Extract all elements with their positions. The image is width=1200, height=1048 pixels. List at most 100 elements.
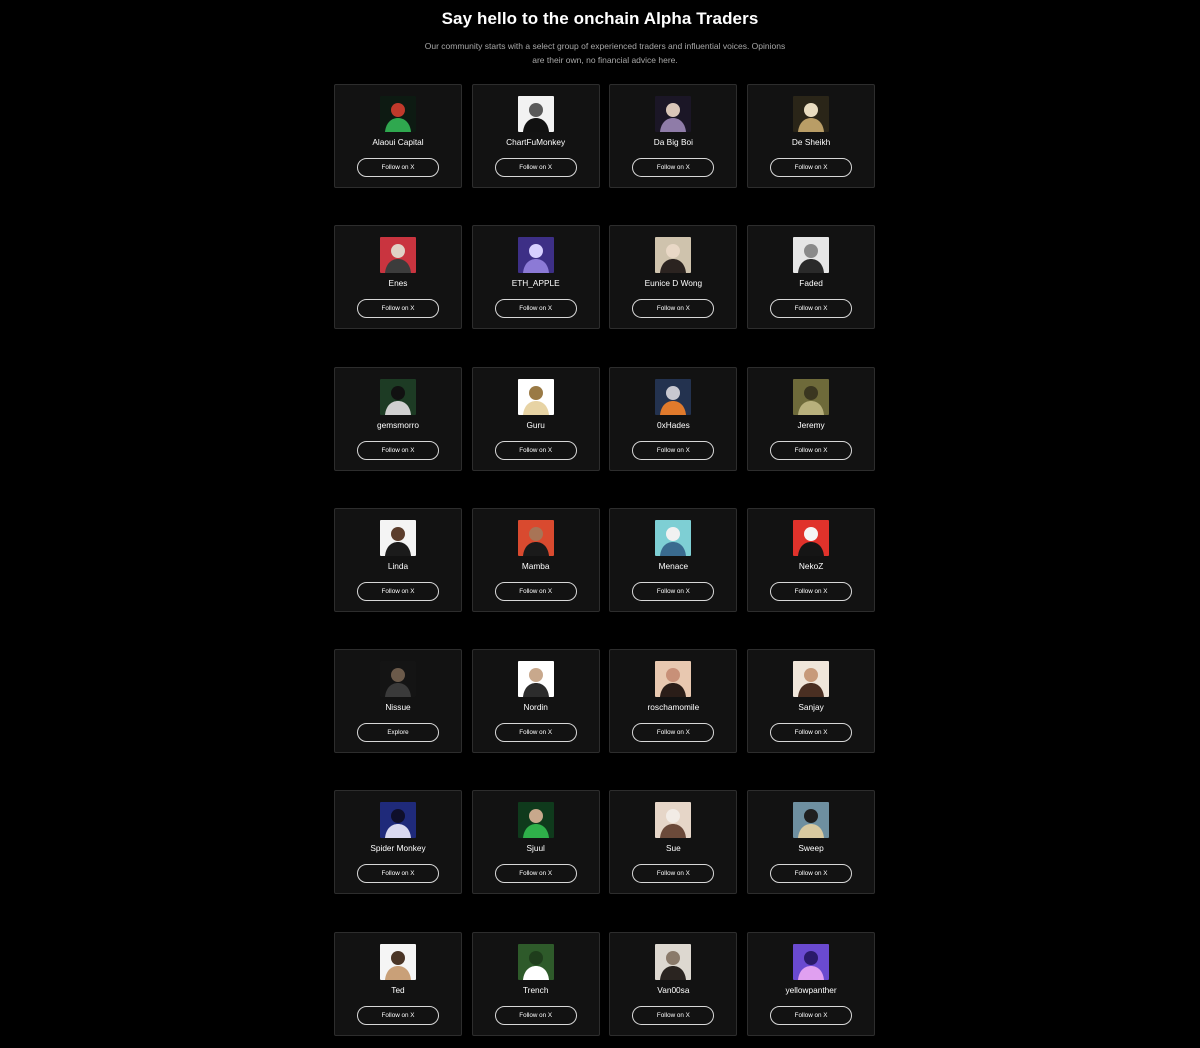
follow-on-x-button[interactable]: Follow on X	[494, 1005, 577, 1025]
trader-name: Trench	[522, 984, 549, 995]
trader-name: 0xHades	[657, 419, 690, 430]
trader-card: gemsmorro Follow on X	[334, 366, 462, 471]
follow-on-x-button[interactable]: Follow on X	[494, 440, 577, 460]
trader-card: ChartFuMonkey Follow on X	[471, 84, 600, 188]
faded-avatar	[793, 237, 830, 274]
trader-avatar[interactable]	[517, 519, 554, 556]
trader-avatar[interactable]	[655, 943, 692, 980]
follow-on-x-button[interactable]: Follow on X	[632, 299, 715, 319]
trader-avatar[interactable]	[517, 378, 554, 415]
alaoui-capital-avatar	[380, 96, 416, 132]
trader-avatar[interactable]	[380, 943, 416, 980]
trader-name: Sweep	[798, 843, 824, 854]
linda-avatar	[380, 519, 416, 556]
follow-on-x-button[interactable]: Follow on X	[632, 440, 715, 460]
trader-name: Ted	[391, 984, 405, 995]
enes-avatar	[380, 237, 416, 274]
trader-name: Jeremy	[797, 419, 825, 430]
eth-apple-avatar	[517, 237, 554, 274]
sweep-avatar	[793, 802, 830, 839]
trader-avatar[interactable]	[380, 378, 416, 415]
trader-avatar[interactable]	[517, 96, 554, 132]
follow-on-x-button[interactable]: Follow on X	[632, 723, 715, 743]
follow-on-x-button[interactable]: Follow on X	[770, 864, 853, 884]
trader-card: Jeremy Follow on X	[747, 366, 876, 471]
jeremy-avatar	[793, 378, 830, 415]
trader-avatar[interactable]	[655, 378, 692, 415]
trader-avatar[interactable]	[655, 237, 692, 274]
follow-on-x-button[interactable]: Follow on X	[357, 158, 439, 177]
trader-avatar[interactable]	[793, 943, 830, 980]
trader-avatar[interactable]	[517, 802, 554, 839]
follow-on-x-button[interactable]: Follow on X	[770, 581, 853, 601]
trader-name: Eunice D Wong	[644, 278, 703, 289]
follow-on-x-button[interactable]: Follow on X	[494, 299, 577, 319]
trader-card: Sjuul Follow on X	[471, 790, 600, 895]
trader-avatar[interactable]	[517, 237, 554, 274]
follow-on-x-button[interactable]: Follow on X	[494, 158, 577, 177]
follow-on-x-button[interactable]: Follow on X	[770, 299, 853, 319]
trader-avatar[interactable]	[380, 661, 416, 698]
trader-avatar[interactable]	[655, 802, 692, 839]
trader-avatar[interactable]	[655, 519, 692, 556]
trader-avatar[interactable]	[517, 943, 554, 980]
follow-on-x-button[interactable]: Follow on X	[632, 864, 715, 884]
trader-avatar[interactable]	[793, 378, 830, 415]
trader-name: Spider Monkey	[370, 843, 426, 854]
follow-on-x-button[interactable]: Follow on X	[632, 581, 715, 601]
follow-on-x-button[interactable]: Follow on X	[770, 1005, 853, 1025]
trader-card: Sanjay Follow on X	[747, 649, 876, 754]
trader-card: Spider Monkey Follow on X	[334, 790, 462, 895]
trader-avatar[interactable]	[655, 661, 692, 698]
trader-avatar[interactable]	[380, 802, 416, 839]
follow-on-x-button[interactable]: Follow on X	[494, 581, 577, 601]
follow-on-x-button[interactable]: Follow on X	[494, 723, 577, 743]
sanjay-avatar	[793, 661, 830, 698]
trader-avatar[interactable]	[793, 802, 830, 839]
trader-avatar[interactable]	[793, 661, 830, 698]
trader-name: Alaoui Capital	[372, 137, 424, 147]
trader-name: ChartFuMonkey	[506, 137, 566, 147]
follow-on-x-button[interactable]: Follow on X	[357, 864, 439, 884]
trader-avatar[interactable]	[793, 237, 830, 274]
follow-on-x-button[interactable]: Follow on X	[770, 723, 853, 743]
trader-name: Enes	[388, 278, 408, 289]
trader-name: yellowpanther	[785, 984, 837, 995]
trader-avatar[interactable]	[793, 519, 830, 556]
trader-avatar[interactable]	[380, 237, 416, 274]
trader-card: Ted Follow on X	[334, 931, 462, 1036]
follow-on-x-button[interactable]: Follow on X	[770, 440, 853, 460]
alpha-traders-page: Say hello to the onchain Alpha Traders O…	[0, 0, 1200, 1048]
trader-avatar[interactable]	[380, 519, 416, 556]
trader-card: Linda Follow on X	[334, 507, 462, 612]
trader-name: Sanjay	[798, 702, 824, 713]
trader-name: Da Big Boi	[653, 137, 693, 147]
follow-on-x-button[interactable]: Follow on X	[770, 158, 853, 177]
trader-card: Nissue Explore	[334, 649, 462, 754]
follow-on-x-button[interactable]: Follow on X	[357, 1005, 439, 1025]
follow-on-x-button[interactable]: Follow on X	[357, 299, 439, 319]
follow-on-x-button[interactable]: Follow on X	[632, 158, 715, 177]
follow-on-x-button[interactable]: Follow on X	[357, 440, 439, 460]
trader-name: Sue	[665, 843, 681, 854]
follow-on-x-button[interactable]: Follow on X	[632, 1005, 715, 1025]
trader-avatar[interactable]	[380, 96, 416, 132]
trader-grid: Alaoui Capital Follow on X ChartFuMonkey Fo…	[334, 84, 876, 1036]
nordin-avatar	[517, 661, 554, 698]
menace-avatar	[655, 519, 692, 556]
trader-avatar[interactable]	[517, 661, 554, 698]
trader-card: Mamba Follow on X	[471, 507, 600, 612]
trader-name: gemsmorro	[377, 419, 419, 430]
trader-avatar[interactable]	[655, 96, 692, 132]
follow-on-x-button[interactable]: Follow on X	[357, 581, 439, 601]
trader-card: 0xHades Follow on X	[609, 366, 738, 471]
explore-button[interactable]: Explore	[357, 723, 439, 743]
trader-avatar[interactable]	[793, 96, 830, 132]
trader-card: Alaoui Capital Follow on X	[334, 84, 462, 188]
trader-card: Eunice D Wong Follow on X	[609, 225, 738, 330]
trader-name: Faded	[799, 278, 823, 289]
nekoz-avatar	[793, 519, 830, 556]
follow-on-x-button[interactable]: Follow on X	[494, 864, 577, 884]
page-title: Say hello to the onchain Alpha Traders	[441, 9, 759, 28]
yellowpanther-avatar	[793, 943, 830, 980]
